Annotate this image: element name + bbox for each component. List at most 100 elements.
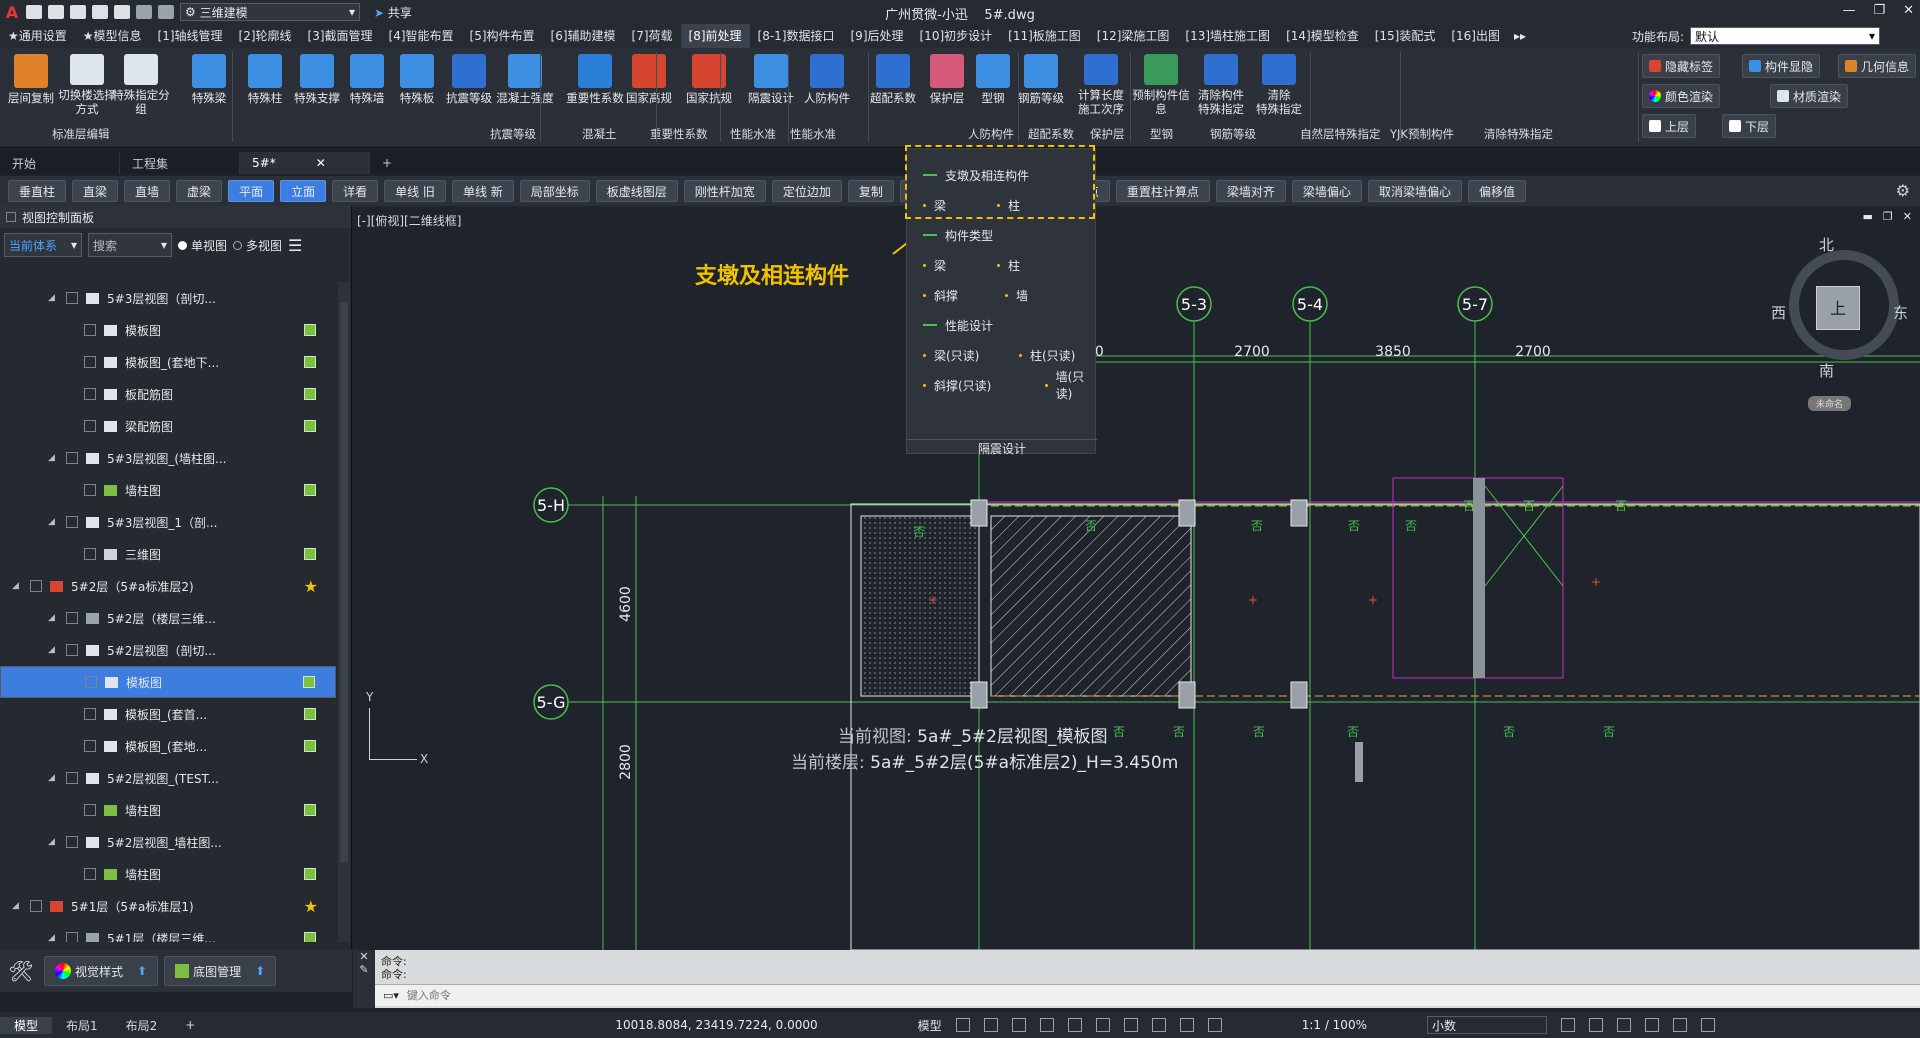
ucs-badge[interactable]: 未命名 <box>1808 396 1852 411</box>
ribbon-button[interactable]: 特殊指定分组 <box>112 52 170 116</box>
tree-item[interactable]: 模板图 <box>0 666 336 698</box>
dropdown-item[interactable]: 斜撑(只读) <box>907 369 991 401</box>
dropdown-item[interactable]: 梁 <box>907 249 946 281</box>
cmdline-handle[interactable]: ✕ ✎ <box>353 950 375 1008</box>
undo-icon[interactable] <box>136 5 152 19</box>
ribbon-button[interactable]: 混凝土强度 <box>496 52 554 116</box>
compass-north[interactable]: 北 <box>1819 234 1834 255</box>
single-view-radio[interactable]: 单视图 <box>178 237 227 254</box>
command-button[interactable]: 单线 旧 <box>384 180 446 202</box>
dropdown-item[interactable]: 柱(只读) <box>1003 339 1075 371</box>
menu-item[interactable]: [14]模型检查 <box>1278 24 1367 48</box>
ribbon-button[interactable]: 切换楼选择方式 <box>58 52 116 116</box>
ribbon-button[interactable]: 重要性系数 <box>566 52 624 116</box>
command-button[interactable]: 立面 <box>280 180 327 202</box>
tree-checkbox[interactable] <box>84 868 96 880</box>
view-cube-face-top[interactable]: 上 <box>1816 286 1860 330</box>
tree-checkbox[interactable] <box>66 452 78 464</box>
isolate-icon[interactable] <box>1616 1018 1631 1032</box>
tree-expand-icon[interactable]: ◢ <box>48 293 55 303</box>
command-button[interactable]: 取消梁墙偏心 <box>1367 180 1462 202</box>
restore-icon[interactable]: ❐ <box>1873 3 1885 18</box>
tree-item[interactable]: ◢ 5#2层（楼层三维... <box>0 602 336 634</box>
ribbon-group-label[interactable]: 混凝土 <box>582 126 617 142</box>
star-icon[interactable]: ★ <box>304 577 318 596</box>
scale-readout[interactable]: 1:1 / 100% <box>1302 1018 1367 1032</box>
command-button[interactable]: 直墙 <box>124 180 171 202</box>
command-button[interactable]: 梁墙偏心 <box>1291 180 1362 202</box>
save-icon[interactable] <box>70 5 86 19</box>
tools-icon[interactable]: 🛠 <box>4 959 38 983</box>
menu-item[interactable]: [7]荷载 <box>624 24 681 48</box>
compass-west[interactable]: 西 <box>1771 302 1786 323</box>
tree-checkbox[interactable] <box>84 324 96 336</box>
tree-checkbox[interactable] <box>84 388 96 400</box>
menu-item[interactable]: [6]辅助建模 <box>543 24 624 48</box>
menu-item[interactable]: [9]后处理 <box>843 24 912 48</box>
command-button[interactable]: 直梁 <box>72 180 119 202</box>
tree-item[interactable]: ◢ 5#2层视图_墙柱图... <box>0 826 336 858</box>
menu-item[interactable]: [1]轴线管理 <box>150 24 231 48</box>
view-thumb-icon[interactable] <box>304 324 316 336</box>
menu-item[interactable]: [4]智能布置 <box>381 24 462 48</box>
cmd-input[interactable] <box>406 989 1007 1002</box>
dropdown-item[interactable]: 斜撑 <box>907 279 958 311</box>
tree-item[interactable]: ◢ 5#3层视图（剖切... <box>0 282 336 314</box>
ribbon-button[interactable]: 层间复制 <box>2 52 60 116</box>
tree-checkbox[interactable] <box>66 292 78 304</box>
view-thumb-icon[interactable] <box>304 804 316 816</box>
column[interactable] <box>970 499 988 527</box>
tree-item[interactable]: ◢ 5#1层（楼层三维... <box>0 922 336 942</box>
search-select[interactable]: 搜索 ▾ <box>88 233 172 257</box>
tree-item[interactable]: ◢ 5#1层（5#a标准层1) ★ <box>0 890 336 922</box>
tree-item[interactable]: 模板图_(套地下... <box>0 346 336 378</box>
cmd-prompt-icon[interactable]: ▭▾ <box>383 989 399 1002</box>
ribbon-group-label[interactable]: 超配系数 <box>1028 126 1074 142</box>
menu-item[interactable]: [10]初步设计 <box>912 24 1001 48</box>
dropdown-item[interactable]: 梁(只读) <box>907 339 979 371</box>
tree-item[interactable]: 墙柱图 <box>0 794 336 826</box>
column[interactable] <box>1290 681 1308 709</box>
menu-item[interactable]: [8-1]数据接口 <box>750 24 843 48</box>
dropdown-item[interactable]: 构件类型 <box>907 219 993 251</box>
tree-checkbox[interactable] <box>30 580 42 592</box>
ribbon-group-label[interactable]: 重要性系数 <box>650 126 708 142</box>
add-layout-icon[interactable]: + <box>171 1018 209 1032</box>
base-map-button[interactable]: 底图管理 ⬆ <box>164 956 277 986</box>
tree-checkbox[interactable] <box>84 740 96 752</box>
command-button[interactable]: 详看 <box>332 180 379 202</box>
close-tab-icon[interactable]: ✕ <box>316 156 326 170</box>
app-logo-icon[interactable]: A <box>4 3 20 22</box>
tree-item[interactable]: ◢ 5#2层（5#a标准层2) ★ <box>0 570 336 602</box>
view-thumb-icon[interactable] <box>303 676 315 688</box>
transparency-icon[interactable] <box>1151 1018 1166 1032</box>
command-button[interactable]: 平面 <box>228 180 275 202</box>
layout-select[interactable]: 默认 ▾ <box>1690 27 1880 45</box>
tree-checkbox[interactable] <box>85 676 97 688</box>
tree-checkbox[interactable] <box>84 356 96 368</box>
dropdown-item[interactable]: 性能设计 <box>907 309 993 341</box>
print-icon[interactable] <box>114 5 130 19</box>
open-file-icon[interactable] <box>48 5 64 19</box>
multi-view-radio[interactable]: 多视图 <box>233 237 282 254</box>
ribbon-right-button[interactable]: 几何信息 <box>1838 54 1917 78</box>
ribbon-button[interactable]: 特殊梁 <box>180 52 238 116</box>
tree-item[interactable]: 模板图_(套地... <box>0 730 336 762</box>
new-file-icon[interactable] <box>26 5 42 19</box>
dropdown-item[interactable]: 墙(只读) <box>1029 369 1095 401</box>
polar-icon[interactable] <box>1039 1018 1054 1032</box>
save-as-icon[interactable] <box>92 5 108 19</box>
osnap-icon[interactable] <box>1067 1018 1082 1032</box>
tree-item[interactable]: ◢ 5#2层视图（剖切... <box>0 634 336 666</box>
tree-checkbox[interactable] <box>66 836 78 848</box>
ribbon-right-button[interactable]: 上层 <box>1642 114 1697 138</box>
tree-item[interactable]: 墙柱图 <box>0 858 336 890</box>
add-tab-icon[interactable]: + <box>370 152 404 174</box>
customize-icon[interactable] <box>1700 1018 1715 1032</box>
view-thumb-icon[interactable] <box>304 868 316 880</box>
layout-tab[interactable]: 布局1 <box>52 1017 112 1034</box>
minimize-icon[interactable]: — <box>1842 3 1855 18</box>
ribbon-group-label[interactable]: 清除特殊指定 <box>1484 126 1553 142</box>
column[interactable] <box>970 681 988 709</box>
dropdown-item[interactable]: 墙 <box>989 279 1028 311</box>
